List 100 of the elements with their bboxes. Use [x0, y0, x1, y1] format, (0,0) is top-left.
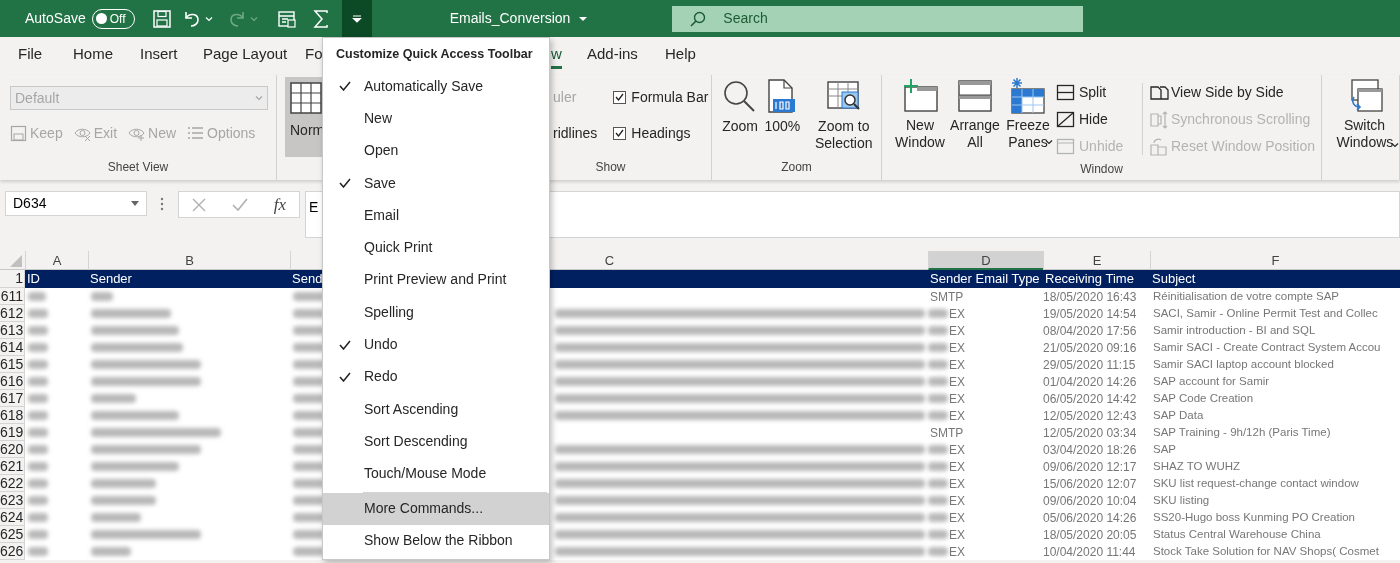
- search-field[interactable]: Search: [672, 5, 1084, 32]
- window-button[interactable]: Freeze Panes: [1002, 77, 1054, 160]
- blurred-text: [293, 445, 325, 454]
- cell-text: EX: [949, 356, 965, 374]
- blurred-text: [28, 411, 48, 420]
- row-header[interactable]: 611: [0, 288, 25, 305]
- list-icon: [187, 125, 205, 142]
- menu-item[interactable]: Spelling: [323, 296, 549, 329]
- row-header[interactable]: 612: [0, 305, 25, 322]
- form-icon[interactable]: [276, 8, 297, 29]
- row-header[interactable]: 1: [0, 270, 25, 288]
- row-header[interactable]: 618: [0, 407, 25, 424]
- menu-item[interactable]: Sort Descending: [323, 425, 549, 458]
- blurred-text: [928, 394, 948, 403]
- menu-item[interactable]: Touch/Mouse Mode: [323, 457, 549, 490]
- checkbox-label[interactable]: ridlines: [553, 123, 598, 143]
- caret-icon[interactable]: [578, 15, 589, 22]
- row-header[interactable]: 625: [0, 526, 25, 543]
- row-header[interactable]: 619: [0, 424, 25, 441]
- window-button[interactable]: New Window: [892, 77, 948, 160]
- cell-text: SAP account for Samir: [1153, 373, 1270, 389]
- split-icon: [1056, 83, 1075, 102]
- cell-text: EX: [949, 322, 965, 340]
- blurred-text: [293, 343, 325, 352]
- header-cell: Subject: [1152, 271, 1196, 286]
- sync-scroll-icon: [1149, 109, 1169, 130]
- cell-text: Samir introduction - BI and SQL: [1153, 322, 1316, 338]
- row-header[interactable]: 620: [0, 441, 25, 458]
- menu-item[interactable]: Undo: [323, 328, 549, 361]
- blurred-text: [28, 360, 48, 369]
- save-icon[interactable]: [151, 8, 172, 29]
- ribbon-tab[interactable]: Help: [665, 43, 696, 69]
- row-header[interactable]: 623: [0, 492, 25, 509]
- cell-text: 19/05/2020 14:54: [1043, 305, 1137, 323]
- blurred-text: [293, 479, 325, 488]
- ribbon-tab[interactable]: Page Layout: [203, 43, 288, 69]
- cell-text: 10/04/2020 11:44: [1043, 543, 1136, 561]
- cell-text: 09/06/2020 12:17: [1043, 458, 1137, 476]
- row-header[interactable]: 624: [0, 509, 25, 526]
- insert-function-button[interactable]: fx: [273, 191, 287, 218]
- blurred-text: [928, 326, 948, 335]
- window-option-button[interactable]: Split: [1056, 79, 1138, 106]
- group-label: Sheet View: [106, 159, 170, 176]
- sum-icon[interactable]: [312, 9, 329, 28]
- cell-text: EX: [949, 441, 965, 459]
- menu-item[interactable]: Show Below the Ribbon: [323, 524, 549, 557]
- blurred-text: [28, 445, 48, 454]
- window-option-button[interactable]: Hide: [1056, 106, 1138, 133]
- customize-toolbar-button[interactable]: [341, 0, 372, 37]
- autosave-label: AutoSave: [25, 9, 86, 28]
- ribbon-tab[interactable]: File: [18, 43, 43, 69]
- group-label: Window: [1079, 161, 1124, 178]
- ribbon-tab[interactable]: Home: [73, 43, 113, 69]
- drag-handle-icon: [160, 197, 164, 211]
- blurred-text: [928, 411, 948, 420]
- ribbon-tab[interactable]: Insert: [140, 43, 178, 69]
- row-header[interactable]: 615: [0, 356, 25, 373]
- workbook-title[interactable]: Emails_Conversion: [449, 8, 571, 29]
- zoom-button[interactable]: 100%: [764, 79, 801, 158]
- blurred-text: [91, 496, 156, 505]
- row-header[interactable]: 622: [0, 475, 25, 492]
- cell-text: 06/05/2020 14:42: [1043, 390, 1137, 408]
- hide-icon: [1056, 110, 1075, 129]
- zoom-button[interactable]: Zoom: [722, 79, 759, 158]
- cell-text: 12/05/2020 12:43: [1043, 407, 1137, 425]
- zoom-button[interactable]: Zoom to Selection: [806, 79, 881, 158]
- checkbox[interactable]: Formula Bar: [613, 87, 709, 107]
- row-header[interactable]: 613: [0, 322, 25, 339]
- menu-item[interactable]: Redo: [323, 360, 549, 393]
- blurred-text: [28, 513, 48, 522]
- group-label: Zoom: [780, 159, 813, 176]
- cell-text: 15/06/2020 12:07: [1043, 475, 1137, 493]
- cell-text: EX: [949, 543, 965, 561]
- blurred-text: [293, 513, 325, 522]
- menu-item[interactable]: More Commands...: [323, 492, 549, 525]
- menu-item[interactable]: Email: [323, 199, 549, 232]
- ribbon-tab[interactable]: Add-ins: [587, 43, 638, 69]
- row-header[interactable]: 614: [0, 339, 25, 356]
- row-header[interactable]: 621: [0, 458, 25, 475]
- caret-icon: [255, 95, 263, 101]
- cell-text: EX: [949, 509, 965, 527]
- window-button[interactable]: Arrange All: [948, 77, 1002, 160]
- switch-windows-button[interactable]: Switch Windows: [1330, 77, 1399, 180]
- name-box[interactable]: D634: [5, 191, 147, 216]
- row-header[interactable]: 616: [0, 373, 25, 390]
- cell-text: 12/05/2020 03:34: [1043, 424, 1137, 442]
- blurred-text: [91, 292, 113, 301]
- column-header[interactable]: D: [928, 251, 1043, 270]
- cell-text: SACI, Samir - Online Permit Test and Collec: [1153, 305, 1378, 321]
- cell-text: EX: [949, 492, 965, 510]
- cell-text: Samir SACI laptop account blocked: [1153, 356, 1334, 372]
- checkbox[interactable]: Headings: [613, 123, 709, 143]
- menu-item[interactable]: Sort Ascending: [323, 392, 549, 426]
- window-option-button[interactable]: View Side by Side: [1149, 79, 1315, 106]
- blurred-text: [293, 394, 325, 403]
- row-header[interactable]: 626: [0, 543, 25, 560]
- ribbon-tab[interactable]: Fo: [305, 43, 323, 69]
- row-header[interactable]: 617: [0, 390, 25, 407]
- blurred-text: [28, 479, 48, 488]
- unhide-icon: [1056, 137, 1075, 156]
